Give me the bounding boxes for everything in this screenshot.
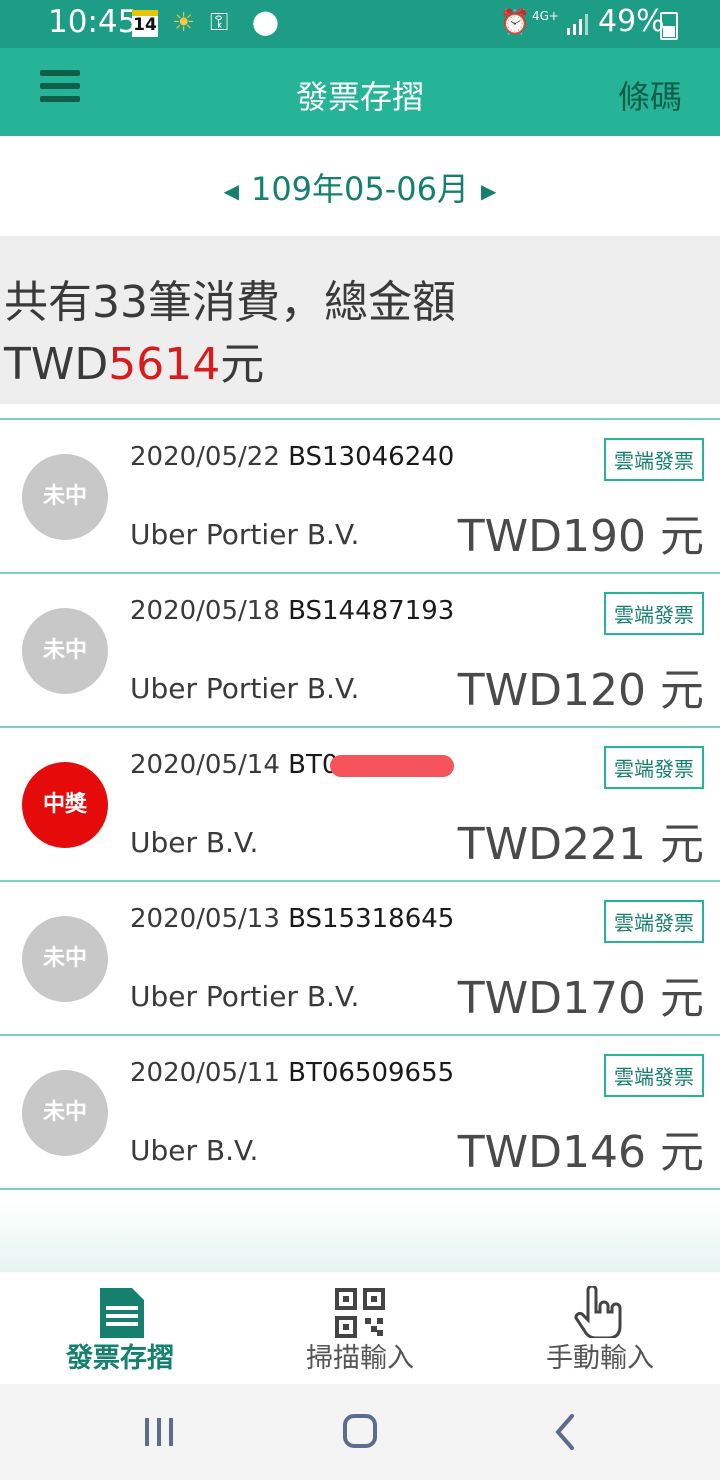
summary-currency: TWD xyxy=(4,339,109,390)
tab-label: 發票存摺 xyxy=(66,1343,174,1374)
invoice-seller: Uber Portier B.V. xyxy=(130,980,360,1013)
tab-label: 手動輸入 xyxy=(546,1343,654,1374)
location-pin-icon: ⬤ xyxy=(252,8,279,36)
redaction-scribble xyxy=(330,754,455,777)
list-fade xyxy=(0,1198,720,1272)
cloud-invoice-tag: 雲端發票 xyxy=(604,438,704,481)
summary-total: TWD5614元 xyxy=(4,328,264,392)
tab-label: 掃描輸入 xyxy=(306,1343,414,1374)
recent-apps-icon[interactable] xyxy=(130,1406,190,1458)
invoice-date-number: 2020/05/13 BS15318645 xyxy=(130,904,454,934)
period-selector: ◀ 109年05-06月 ▶ xyxy=(0,136,720,236)
calendar-icon: 14 xyxy=(132,10,158,37)
invoice-date-number: 2020/05/14 BT0 xyxy=(130,750,455,780)
invoice-date: 2020/05/14 xyxy=(130,750,280,780)
tab-scan-input[interactable]: 掃描輸入 xyxy=(240,1272,480,1384)
battery-percent: 49% xyxy=(598,4,665,39)
status-badge: 未中 xyxy=(22,1070,108,1156)
page-title: 發票存摺 xyxy=(295,78,424,116)
weather-sun-icon: ☀ xyxy=(172,8,196,38)
invoice-row[interactable]: 未中 2020/05/18 BS14487193 Uber Portier B.… xyxy=(0,572,720,726)
next-period-icon[interactable]: ▶ xyxy=(481,179,496,203)
tab-invoice-book[interactable]: 發票存摺 xyxy=(0,1272,240,1384)
invoice-date-number: 2020/05/18 BS14487193 xyxy=(130,596,454,626)
invoice-seller: Uber B.V. xyxy=(130,1134,259,1167)
summary-unit: 元 xyxy=(220,339,265,390)
bottom-nav: 發票存摺 掃描輸入 手動輸入 xyxy=(0,1272,720,1384)
network-type: 4G+ xyxy=(532,9,559,23)
home-icon[interactable] xyxy=(330,1406,390,1458)
invoice-date: 2020/05/22 xyxy=(130,442,280,472)
status-badge: 未中 xyxy=(22,608,108,694)
invoice-seller: Uber Portier B.V. xyxy=(130,518,360,551)
invoice-price: TWD221 元 xyxy=(457,819,704,870)
invoice-seller: Uber Portier B.V. xyxy=(130,672,360,705)
barcode-button[interactable]: 條碼 xyxy=(618,72,682,118)
invoice-row[interactable]: 中獎 2020/05/14 BT0 Uber B.V. 雲端發票 TWD221 … xyxy=(0,726,720,880)
invoice-row[interactable]: 未中 2020/05/13 BS15318645 Uber Portier B.… xyxy=(0,880,720,1034)
cloud-invoice-tag: 雲端發票 xyxy=(604,592,704,635)
invoice-date-number: 2020/05/22 BS13046240 xyxy=(130,442,454,472)
tab-manual-input[interactable]: 手動輸入 xyxy=(480,1272,720,1384)
cloud-invoice-tag: 雲端發票 xyxy=(604,900,704,943)
status-bar: 10:45 14 ☀ ⚿ ⬤ ⏰ 4G+ 49% xyxy=(0,0,720,48)
invoice-list: 未中 2020/05/22 BS13046240 Uber Portier B.… xyxy=(0,418,720,1218)
invoice-number: BT06509655 xyxy=(288,1058,455,1088)
status-badge: 未中 xyxy=(22,916,108,1002)
system-nav-bar xyxy=(0,1384,720,1480)
invoice-price: TWD190 元 xyxy=(457,511,704,562)
app-bar: 發票存摺 條碼 xyxy=(0,48,720,136)
invoice-price: TWD170 元 xyxy=(457,973,704,1024)
back-icon[interactable] xyxy=(534,1406,594,1458)
qr-code-icon xyxy=(335,1288,385,1338)
cloud-invoice-tag: 雲端發票 xyxy=(604,1054,704,1097)
invoice-date-number: 2020/05/11 BT06509655 xyxy=(130,1058,454,1088)
summary-amount: 5614 xyxy=(108,339,221,390)
invoice-number: BS15318645 xyxy=(288,904,455,934)
invoice-number: BS14487193 xyxy=(288,596,455,626)
document-icon xyxy=(100,1288,144,1338)
signal-icon xyxy=(567,14,588,35)
invoice-price: TWD146 元 xyxy=(457,1127,704,1178)
hand-pointer-icon xyxy=(574,1286,622,1338)
battery-icon xyxy=(660,12,678,40)
invoice-row[interactable]: 未中 2020/05/11 BT06509655 Uber B.V. 雲端發票 … xyxy=(0,1034,720,1188)
status-badge: 未中 xyxy=(22,454,108,540)
invoice-price: TWD120 元 xyxy=(457,665,704,716)
invoice-row[interactable]: 未中 2020/05/22 BS13046240 Uber Portier B.… xyxy=(0,418,720,572)
prev-period-icon[interactable]: ◀ xyxy=(224,179,239,203)
status-badge-win: 中獎 xyxy=(22,762,108,848)
summary-panel: 共有33筆消費，總金額 TWD5614元 xyxy=(0,236,720,404)
cloud-invoice-tag: 雲端發票 xyxy=(604,746,704,789)
alarm-icon: ⏰ xyxy=(500,8,530,36)
summary-count: 共有33筆消費，總金額 xyxy=(4,277,456,328)
invoice-date: 2020/05/13 xyxy=(130,904,280,934)
status-time: 10:45 xyxy=(48,4,138,40)
vpn-key-icon: ⚿ xyxy=(210,8,229,36)
invoice-seller: Uber B.V. xyxy=(130,826,259,859)
period-label: 109年05-06月 xyxy=(250,170,470,208)
invoice-date: 2020/05/11 xyxy=(130,1058,280,1088)
invoice-date: 2020/05/18 xyxy=(130,596,280,626)
invoice-number: BS13046240 xyxy=(288,442,455,472)
